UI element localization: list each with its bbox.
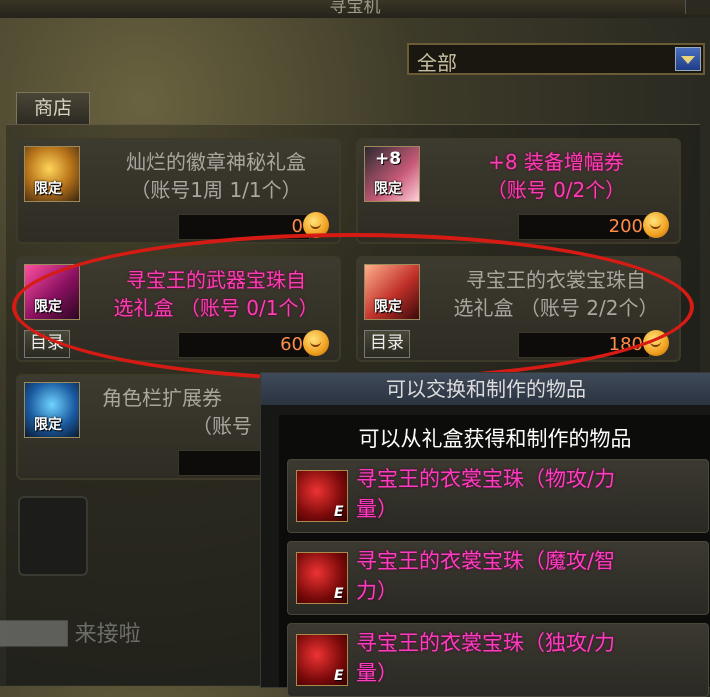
epic-tag: E (334, 504, 344, 520)
item-name: 寻宝王的衣裳宝珠（魔攻/智 力） (356, 549, 616, 603)
epic-tag: E (334, 668, 344, 684)
empty-item-slot (18, 496, 88, 576)
popup-subtitle: 可以从礼盒获得和制作的物品 (358, 427, 632, 451)
shop-item-card[interactable]: +8 限定 +8 装备增幅券 （账号 0/2个） 200 (356, 138, 681, 244)
dropdown-value: 全部 (417, 51, 457, 75)
tab-shop[interactable]: 商店 (16, 92, 90, 124)
exchangeable-items-popup: 可以交换和制作的物品 可以从礼盒获得和制作的物品 E 寻宝王的衣裳宝珠（物攻/力… (260, 372, 710, 697)
shop-item-card[interactable]: 限定 灿烂的徽章神秘礼盒 （账号1周 1/1个） 0 (16, 138, 341, 244)
item-name: 寻宝王的衣裳宝珠（独攻/力 量） (356, 631, 616, 685)
item-name: 灿烂的徽章神秘礼盒 （账号1周 1/1个） (126, 150, 306, 202)
category-dropdown[interactable]: 全部 (407, 43, 705, 75)
popup-list: 可以从礼盒获得和制作的物品 E 寻宝王的衣裳宝珠（物攻/力 量） E 寻宝王的衣裳… (279, 415, 710, 697)
item-name: 寻宝王的衣裳宝珠（物攻/力 量） (356, 467, 616, 521)
window-title: 寻宝机 (0, 0, 710, 18)
limit-tag: 限定 (374, 181, 402, 197)
popup-header: 可以交换和制作的物品 (261, 373, 710, 405)
list-item[interactable]: E 寻宝王的衣裳宝珠（物攻/力 量） (287, 459, 709, 533)
window-corner-button[interactable] (685, 0, 710, 14)
epic-tag: E (334, 586, 344, 602)
item-name: +8 装备增幅券 （账号 0/2个） (486, 150, 626, 202)
annotation-ring (12, 233, 694, 381)
coin-icon (643, 212, 669, 238)
chevron-down-icon[interactable] (675, 47, 701, 71)
item-price: 200 (608, 216, 643, 237)
background-chat-text: ████ 来接啦 (0, 622, 141, 647)
limit-tag: 限定 (34, 181, 62, 197)
limit-tag: 限定 (34, 417, 62, 433)
list-item[interactable]: E 寻宝王的衣裳宝珠（魔攻/智 力） (287, 541, 709, 615)
